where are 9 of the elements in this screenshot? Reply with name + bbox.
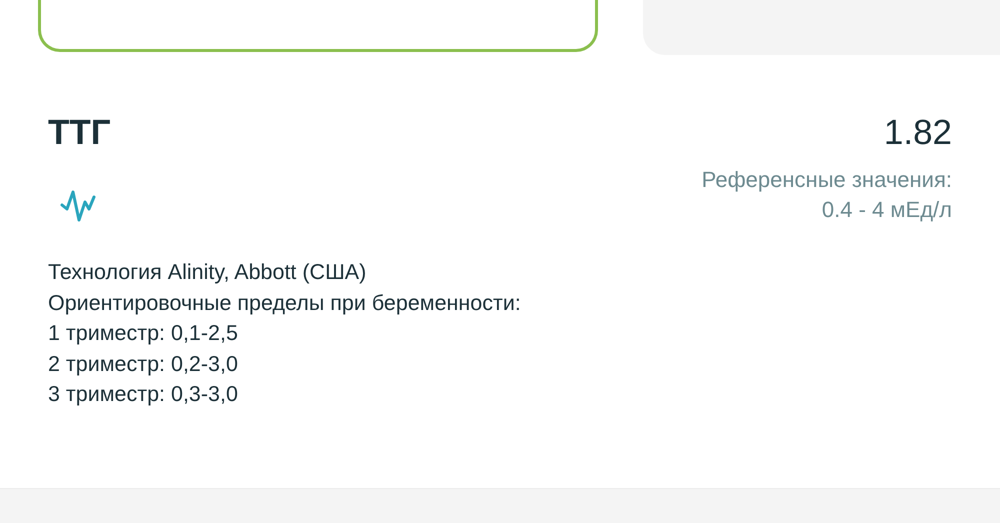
- test-name: ТТГ: [48, 113, 111, 153]
- test-value: 1.82: [882, 113, 952, 153]
- note-line: 1 триместр: 0,1-2,5: [48, 320, 239, 347]
- reference-range: 0.4 - 4 мЕд/л: [820, 196, 952, 224]
- note-line: Технология Alinity, Abbott (США): [48, 259, 368, 286]
- note-line: 3 триместр: 0,3-3,0: [48, 381, 239, 408]
- note-line: 2 триместр: 0,2-3,0: [48, 350, 239, 378]
- note-line: Ориентировочные пределы при беременности:: [48, 290, 522, 316]
- reference-label: Референсные значения:: [702, 166, 952, 194]
